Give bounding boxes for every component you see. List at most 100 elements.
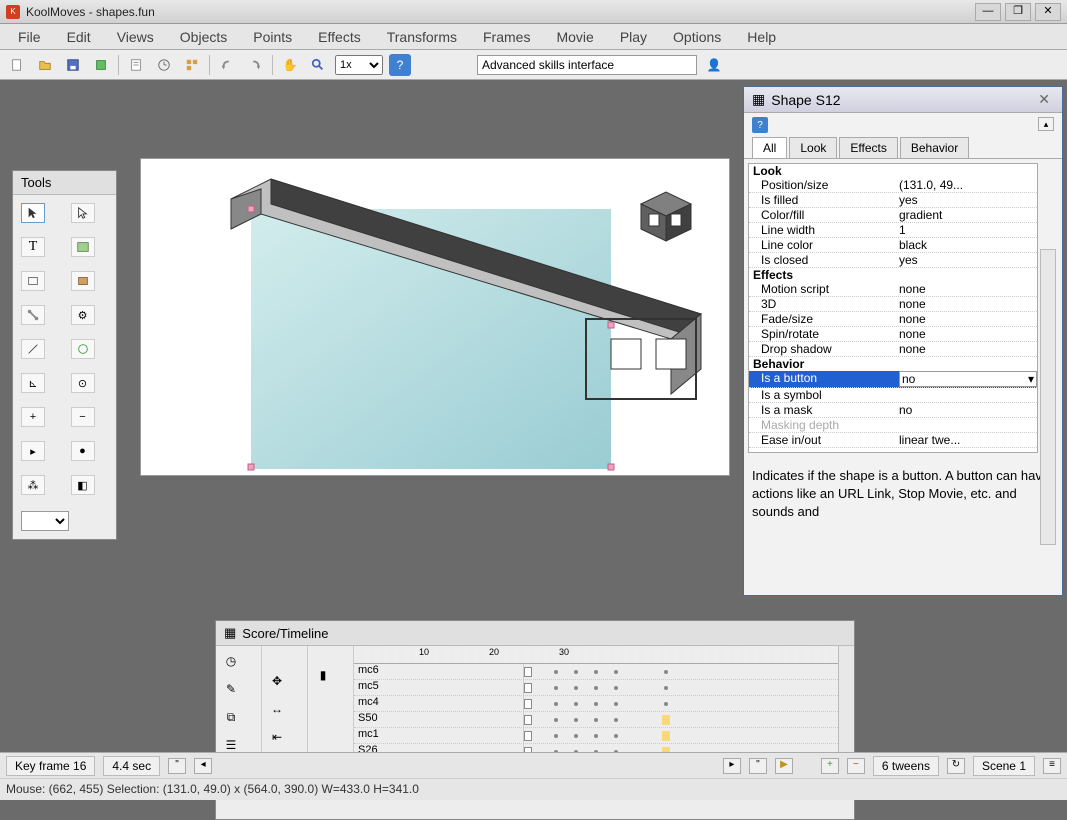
magnet-tool[interactable]: ⊾ [21,373,45,393]
tl-move-button[interactable]: ✥ [266,670,288,692]
tab-effects[interactable]: Effects [839,137,897,158]
track-cells[interactable] [524,664,838,679]
rect-tool[interactable] [21,271,45,291]
prop-collapse-button[interactable]: ▴ [1038,117,1054,131]
prop-row[interactable]: Position/size(131.0, 49... [749,178,1037,193]
tab-all[interactable]: All [752,137,787,158]
undo-button[interactable] [216,54,238,76]
tab-behavior[interactable]: Behavior [900,137,969,158]
tl-insert-button[interactable]: ⇤ [266,726,288,748]
timeline-vscrollbar[interactable] [838,646,854,761]
grid-button[interactable] [181,54,203,76]
menu-options[interactable]: Options [661,26,733,48]
save-file-button[interactable] [62,54,84,76]
prop-row[interactable]: Drop shadownone [749,342,1037,357]
prop-row[interactable]: Masking depth [749,418,1037,433]
play-button[interactable]: ▶ [775,758,793,774]
new-file-button[interactable] [6,54,28,76]
link-tool[interactable]: ⁂ [21,475,45,495]
timeline-ruler[interactable]: 10 20 30 [354,646,838,664]
menu-transforms[interactable]: Transforms [375,26,469,48]
tl-hresize-button[interactable]: ↔ [266,698,288,720]
menu-effects[interactable]: Effects [306,26,373,48]
track-row[interactable]: mc6 [354,664,838,680]
track-row[interactable]: mc5 [354,680,838,696]
prop-row[interactable]: Fade/sizenone [749,312,1037,327]
document-button[interactable] [125,54,147,76]
hand-tool-button[interactable]: ✋ [279,54,301,76]
status-prev-button[interactable]: ◂ [194,758,212,774]
circle-tool[interactable] [71,339,95,359]
status-rewind-button[interactable]: " [168,758,186,774]
menu-play[interactable]: Play [608,26,659,48]
add-frame-button[interactable]: + [821,758,839,774]
text-tool[interactable]: T [21,237,45,257]
prop-row[interactable]: Spin/rotatenone [749,327,1037,342]
remove-point-tool[interactable]: − [71,407,95,427]
menu-movie[interactable]: Movie [544,26,605,48]
track-row[interactable]: S50 [354,712,838,728]
record-tool[interactable]: ● [71,441,95,461]
tab-look[interactable]: Look [789,137,837,158]
prop-value-dropdown[interactable]: no▾ [899,371,1037,387]
status-ffwd-button[interactable]: " [749,758,767,774]
select-tool[interactable] [21,203,45,223]
tl-pencil-button[interactable]: ✎ [220,678,242,700]
tl-copy-button[interactable]: ⧉ [220,706,242,728]
close-button[interactable]: ✕ [1035,3,1061,21]
maximize-button[interactable]: ❐ [1005,3,1031,21]
canvas-stage[interactable] [140,158,730,476]
track-cells[interactable] [524,712,838,727]
prop-row[interactable]: Ease in/outlinear twe... [749,433,1037,448]
menu-file[interactable]: File [6,26,53,48]
menu-views[interactable]: Views [105,26,166,48]
properties-list[interactable]: LookPosition/size(131.0, 49...Is filledy… [748,163,1038,453]
lasso-tool[interactable]: ⊙ [71,373,95,393]
subselect-tool[interactable] [71,203,95,223]
prop-row[interactable]: Line colorblack [749,238,1037,253]
prop-row[interactable]: 3Dnone [749,297,1037,312]
menu-edit[interactable]: Edit [55,26,103,48]
track-row[interactable]: mc1 [354,728,838,744]
shape-tool[interactable] [71,271,95,291]
menu-objects[interactable]: Objects [168,26,239,48]
clock-button[interactable] [153,54,175,76]
gear-tool[interactable]: ⚙ [71,305,95,325]
track-row[interactable]: mc4 [354,696,838,712]
prop-row[interactable]: Is a symbol [749,388,1037,403]
properties-scrollbar[interactable] [1040,249,1056,545]
scene-indicator[interactable]: Scene 1 [973,756,1035,776]
keyframe-indicator[interactable]: Key frame 16 [6,756,95,776]
misc-tool[interactable]: ◧ [71,475,95,495]
line-tool[interactable] [21,339,45,359]
open-file-button[interactable] [34,54,56,76]
scene-menu-button[interactable]: ≡ [1043,758,1061,774]
close-icon[interactable]: ✕ [1034,91,1054,108]
skills-input[interactable] [477,55,697,75]
track-cells[interactable] [524,696,838,711]
user-icon[interactable]: 👤 [703,54,725,76]
prop-row[interactable]: Is filledyes [749,193,1037,208]
menu-help[interactable]: Help [735,26,788,48]
tool-options-select[interactable] [21,511,69,531]
add-point-tool[interactable]: + [21,407,45,427]
track-cells[interactable] [524,680,838,695]
prop-row[interactable]: Is a maskno [749,403,1037,418]
tl-marker-button[interactable]: ▮ [312,664,334,686]
menu-points[interactable]: Points [241,26,304,48]
tl-clock-button[interactable]: ◷ [220,650,242,672]
prop-row[interactable]: Line width1 [749,223,1037,238]
prop-row[interactable]: Is a buttonno▾ [749,371,1037,388]
minimize-button[interactable]: — [975,3,1001,21]
menu-frames[interactable]: Frames [471,26,542,48]
tweens-indicator[interactable]: 6 tweens [873,756,939,776]
tweens-refresh-button[interactable]: ↻ [947,758,965,774]
track-cells[interactable] [524,728,838,743]
help-button[interactable]: ? [389,54,411,76]
prop-row[interactable]: Is closedyes [749,253,1037,268]
magnify-button[interactable] [307,54,329,76]
image-tool[interactable] [71,237,95,257]
zoom-select[interactable]: 1x [335,55,383,75]
export-button[interactable] [90,54,112,76]
bone-tool[interactable] [21,305,45,325]
